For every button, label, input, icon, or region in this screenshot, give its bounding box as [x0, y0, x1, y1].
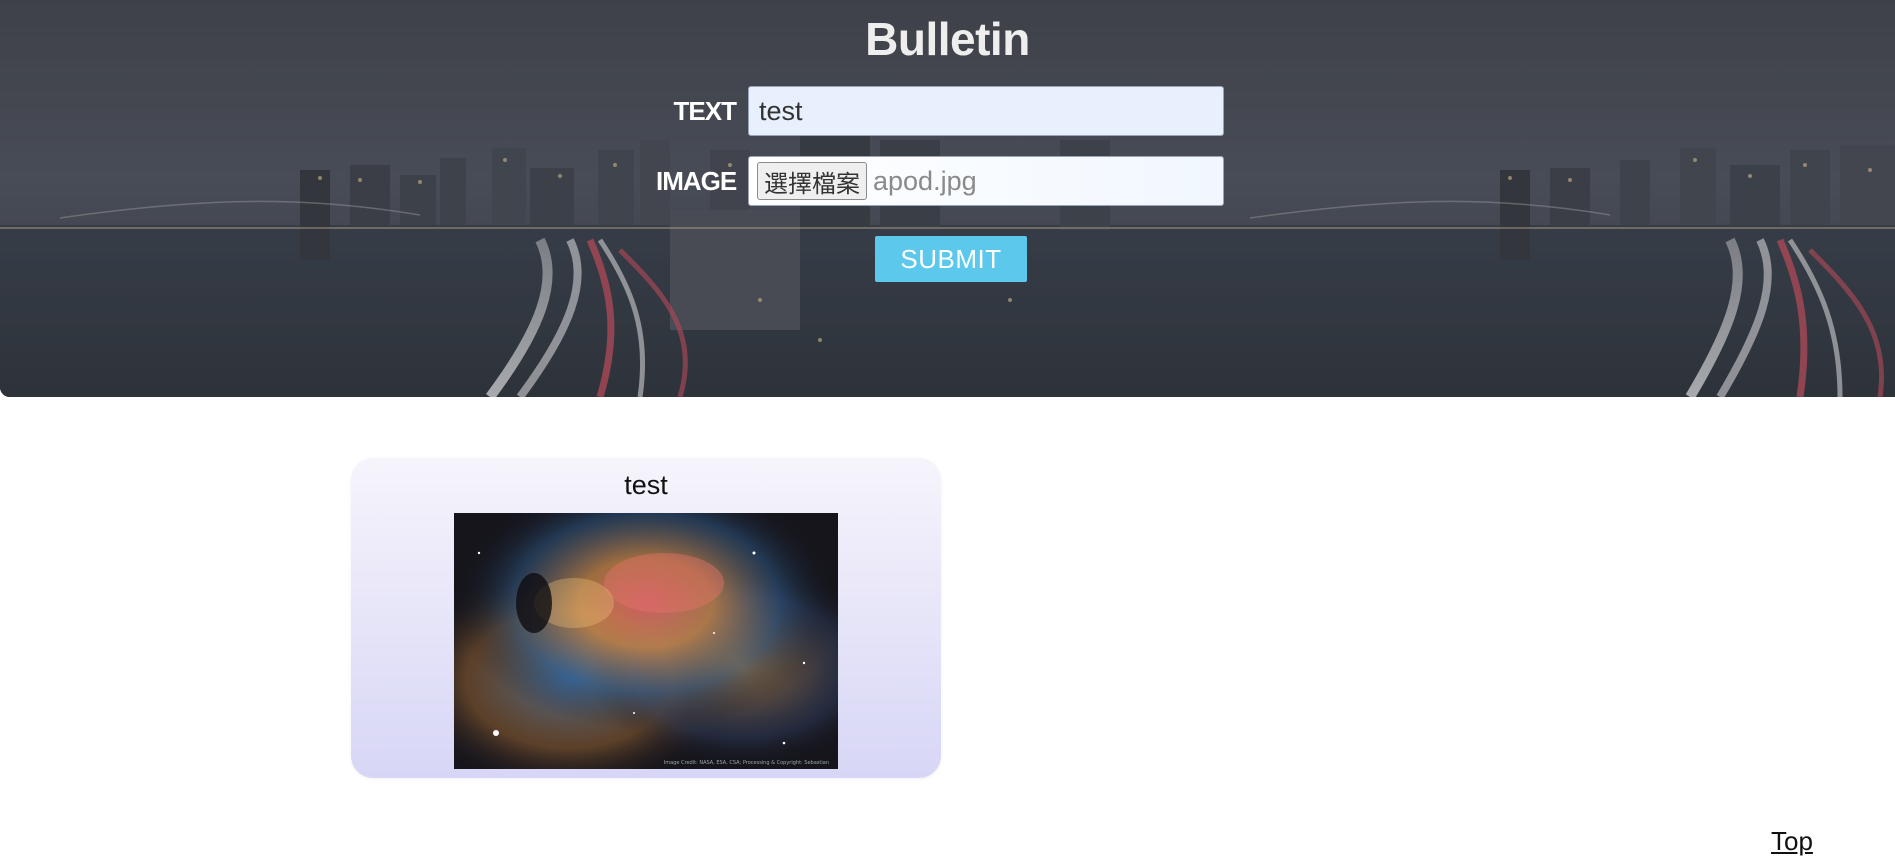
post-image: Image Credit: NASA, ESA, CSA; Processing… [454, 513, 838, 769]
image-credit: Image Credit: NASA, ESA, CSA; Processing… [664, 760, 829, 766]
image-file-input[interactable]: 選擇檔案 apod.jpg [748, 156, 1224, 206]
submit-button[interactable]: SUBMIT [875, 236, 1027, 282]
post-card: test Image Credit: NASA, ESA, CSA; Proce… [351, 458, 941, 778]
image-label: IMAGE [656, 165, 737, 196]
selected-file-name: apod.jpg [873, 165, 977, 196]
back-to-top-link[interactable]: Top [1771, 826, 1813, 857]
page-title: Bulletin [865, 13, 1030, 65]
header-banner: Bulletin TEXT IMAGE 選擇檔案 apod.jpg SUBMIT [0, 0, 1895, 397]
post-text: test [624, 470, 668, 500]
nebula-image: Image Credit: NASA, ESA, CSA; Processing… [454, 513, 838, 769]
image-row: IMAGE 選擇檔案 apod.jpg [656, 156, 1224, 206]
text-label: TEXT [673, 95, 737, 126]
choose-file-button[interactable]: 選擇檔案 [757, 162, 867, 200]
text-row: TEXT [656, 86, 1224, 136]
text-input[interactable] [748, 86, 1224, 136]
